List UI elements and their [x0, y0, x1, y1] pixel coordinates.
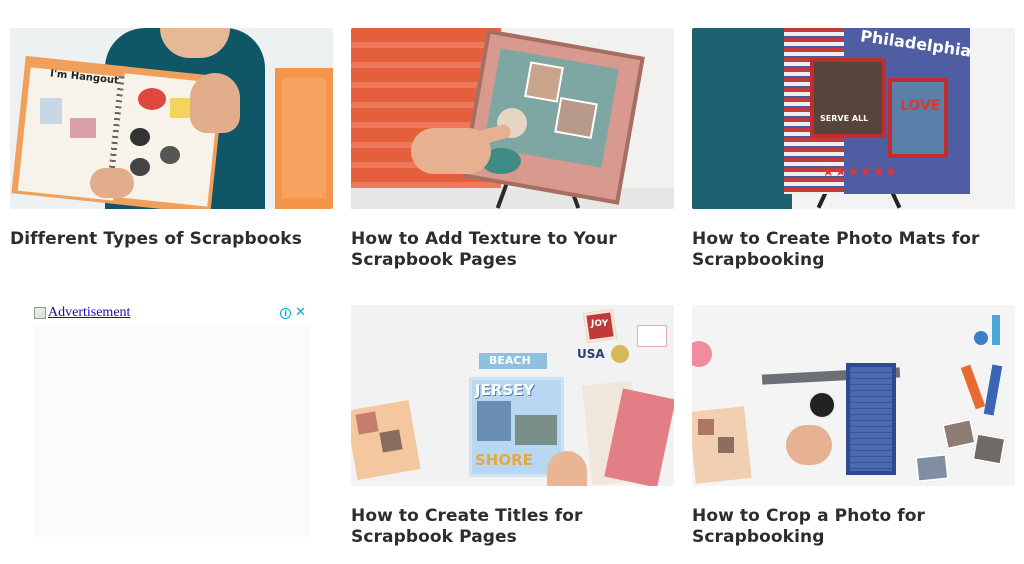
ad-close-icon[interactable]: ✕	[295, 306, 306, 319]
video-card-crop-photo[interactable]: How to Crop a Photo for Scrapbooking	[692, 305, 1015, 548]
broken-image-icon	[34, 307, 46, 319]
shore-title: SHORE	[475, 451, 533, 469]
video-card-add-texture[interactable]: How to Add Texture to Your Scrapbook Pag…	[351, 28, 674, 271]
ad-choices[interactable]: i ✕	[280, 306, 306, 319]
joy-sticker-text: JOY	[591, 319, 609, 329]
video-card-photo-mats[interactable]: SERVE ALL LOVE Philadelphia ★★★★★★ How t…	[692, 28, 1015, 271]
video-title[interactable]: How to Add Texture to Your Scrapbook Pag…	[351, 229, 674, 271]
video-thumbnail[interactable]	[351, 28, 674, 209]
video-thumbnail[interactable]	[692, 305, 1015, 486]
advertisement-label[interactable]: Advertisement	[48, 305, 130, 321]
ad-body[interactable]	[34, 325, 310, 537]
beach-sticker-text: BEACH	[489, 354, 531, 367]
video-title[interactable]: How to Crop a Photo for Scrapbooking	[692, 506, 1015, 548]
video-title[interactable]: Different Types of Scrapbooks	[10, 229, 333, 250]
jersey-title: JERSEY	[475, 381, 535, 399]
video-grid: I'm Hangout Different Types of Scrapbook…	[0, 0, 1024, 564]
advertisement-link[interactable]: Advertisement	[34, 305, 130, 321]
stars-border: ★★★★★★	[822, 164, 898, 180]
video-title[interactable]: How to Create Titles for Scrapbook Pages	[351, 506, 674, 548]
video-thumbnail[interactable]: BEACH JERSEY SHORE JOY USA	[351, 305, 674, 486]
ad-info-icon[interactable]: i	[280, 307, 292, 319]
usa-sticker-text: USA	[577, 347, 605, 361]
video-thumbnail[interactable]: SERVE ALL LOVE Philadelphia ★★★★★★	[692, 28, 1015, 209]
video-thumbnail[interactable]: I'm Hangout	[10, 28, 333, 209]
love-sculpture-text: LOVE	[900, 98, 941, 114]
advertisement-slot[interactable]: Advertisement i ✕	[34, 305, 310, 537]
video-card-different-types[interactable]: I'm Hangout Different Types of Scrapbook…	[10, 28, 333, 250]
video-title[interactable]: How to Create Photo Mats for Scrapbookin…	[692, 229, 1015, 271]
video-card-create-titles[interactable]: BEACH JERSEY SHORE JOY USA How to Create…	[351, 305, 674, 548]
photo-caption: SERVE ALL	[820, 114, 869, 123]
